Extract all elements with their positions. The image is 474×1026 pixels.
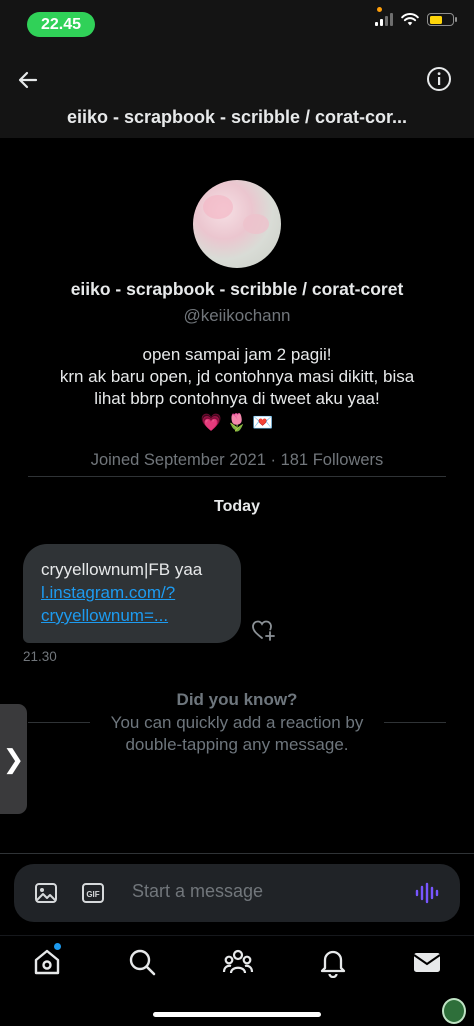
conversation-header: eiiko - scrapbook - scribble / corat-cor… bbox=[0, 50, 474, 138]
message-link[interactable]: l.instagram.com/? bbox=[41, 581, 223, 604]
profile-joined-followers: Joined September 2021 · 181 Followers bbox=[90, 451, 384, 469]
wifi-icon bbox=[401, 13, 419, 26]
message-link-line: l.instagram.com/? bbox=[41, 583, 176, 602]
profile-display-name[interactable]: eiiko - scrapbook - scribble / corat-cor… bbox=[0, 279, 474, 300]
received-message-bubble[interactable]: cryyellownum|FB yaa l.instagram.com/? cr… bbox=[23, 544, 241, 643]
message-link-line: cryyellownum=... bbox=[41, 606, 169, 625]
status-icons bbox=[375, 13, 457, 26]
cellular-signal-icon bbox=[375, 13, 393, 26]
notifications-icon[interactable] bbox=[317, 946, 349, 978]
composer-area: GIF bbox=[0, 853, 474, 935]
tip-body: You can quickly add a reaction by double… bbox=[0, 712, 474, 756]
conversation-title[interactable]: eiiko - scrapbook - scribble / corat-cor… bbox=[0, 107, 474, 128]
search-icon[interactable] bbox=[126, 946, 158, 978]
message-text: cryyellownum|FB yaa bbox=[41, 560, 203, 579]
back-button[interactable] bbox=[12, 64, 44, 96]
profile-bio: open sampai jam 2 pagii! krn ak baru ope… bbox=[0, 344, 474, 434]
day-separator: Today bbox=[214, 498, 260, 515]
profile-handle: @keiikochann bbox=[183, 306, 291, 325]
status-bar: 22.45 bbox=[0, 0, 474, 50]
tip-body-line: You can quickly add a reaction by bbox=[110, 713, 364, 732]
svg-text:GIF: GIF bbox=[86, 890, 99, 899]
bio-line: open sampai jam 2 pagii! bbox=[142, 345, 332, 364]
side-panel-handle[interactable]: ❯ bbox=[0, 704, 27, 814]
message-input[interactable] bbox=[132, 881, 392, 902]
gif-icon[interactable]: GIF bbox=[81, 882, 105, 904]
messages-icon[interactable] bbox=[411, 946, 443, 978]
home-icon[interactable] bbox=[31, 946, 63, 978]
add-reaction-icon[interactable] bbox=[250, 617, 276, 643]
home-indicator bbox=[153, 1012, 321, 1017]
message-composer: GIF bbox=[14, 864, 460, 922]
chevron-right-icon: ❯ bbox=[2, 743, 25, 774]
bio-line: krn ak baru open, jd contohnya masi diki… bbox=[59, 367, 415, 386]
profile-divider bbox=[28, 476, 446, 477]
image-icon[interactable] bbox=[34, 882, 58, 904]
tip-title: Did you know? bbox=[176, 690, 298, 709]
communities-icon[interactable] bbox=[222, 946, 254, 978]
profile-summary: eiiko - scrapbook - scribble / corat-cor… bbox=[0, 180, 474, 470]
battery-icon bbox=[427, 13, 457, 26]
bio-emojis: 💗 🌷 💌 bbox=[200, 413, 274, 432]
message-timestamp: 21.30 bbox=[23, 649, 57, 664]
avatar[interactable] bbox=[193, 180, 281, 268]
home-notification-dot bbox=[54, 943, 61, 950]
status-time: 22.45 bbox=[27, 12, 95, 37]
info-icon[interactable] bbox=[426, 66, 452, 92]
arrow-left-icon bbox=[18, 71, 38, 89]
voice-message-icon[interactable] bbox=[414, 880, 440, 906]
bottom-navigation bbox=[0, 935, 474, 1026]
tip-body-line: double-tapping any message. bbox=[125, 735, 349, 754]
privacy-indicator-dot bbox=[377, 7, 382, 12]
message-link[interactable]: cryyellownum=... bbox=[41, 604, 223, 627]
watermark-logo bbox=[442, 998, 466, 1024]
battery-level-fill bbox=[429, 15, 442, 24]
bio-line: lihat bbrp contohnya di tweet aku yaa! bbox=[94, 389, 380, 408]
did-you-know-tip: Did you know? You can quickly add a reac… bbox=[0, 690, 474, 756]
